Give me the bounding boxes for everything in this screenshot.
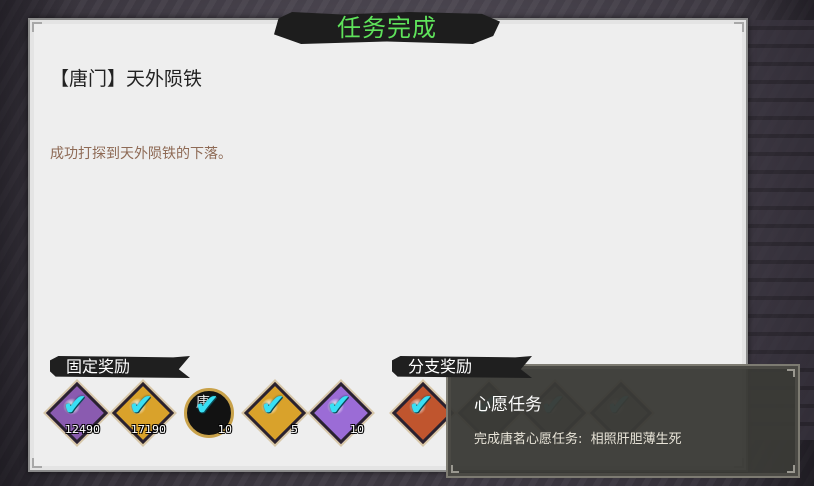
reward-item[interactable]: ✔ 17190	[111, 381, 175, 445]
reward-count: 17190	[131, 423, 166, 436]
tooltip-corner	[451, 465, 459, 473]
checkmark-icon: ✔	[62, 388, 88, 423]
tooltip-corner	[787, 465, 795, 473]
reward-item[interactable]: ✔	[391, 381, 455, 445]
branch-rewards-label: 分支奖励	[392, 356, 472, 378]
quest-description: 成功打探到天外陨铁的下落。	[50, 146, 232, 162]
reward-count: 12490	[65, 423, 100, 436]
panel-corner	[32, 22, 42, 32]
tooltip-description: 完成唐茗心愿任务: 相照肝胆薄生死	[474, 432, 682, 447]
panel-corner	[32, 458, 42, 468]
panel-corner	[734, 22, 744, 32]
reward-item[interactable]: 唐 ✔ 10	[178, 382, 234, 438]
checkmark-icon: ✔	[408, 388, 434, 423]
reward-item[interactable]: ✔ 10	[309, 381, 373, 445]
reward-count: 5	[291, 423, 298, 436]
quest-name: 【唐门】天外陨铁	[50, 68, 203, 90]
fixed-rewards-row: ✔ 12490 ✔ 17190 唐 ✔ 10 ✔ 5 ✔ 10	[45, 381, 376, 445]
reward-count: 10	[350, 423, 364, 436]
reward-count: 10	[218, 423, 232, 436]
tooltip-corner	[787, 369, 795, 377]
reward-item[interactable]: ✔ 12490	[45, 381, 109, 445]
checkmark-icon: ✔	[194, 388, 220, 423]
fixed-rewards-label: 固定奖励	[50, 356, 130, 378]
checkmark-icon: ✔	[260, 388, 286, 423]
wish-quest-tooltip: 心愿任务 完成唐茗心愿任务: 相照肝胆薄生死	[446, 364, 800, 478]
dialog-title: 任务完成	[337, 14, 437, 42]
reward-item[interactable]: ✔ 5	[243, 381, 307, 445]
checkmark-icon: ✔	[326, 388, 352, 423]
tooltip-title: 心愿任务	[474, 395, 542, 415]
checkmark-icon: ✔	[128, 388, 154, 423]
